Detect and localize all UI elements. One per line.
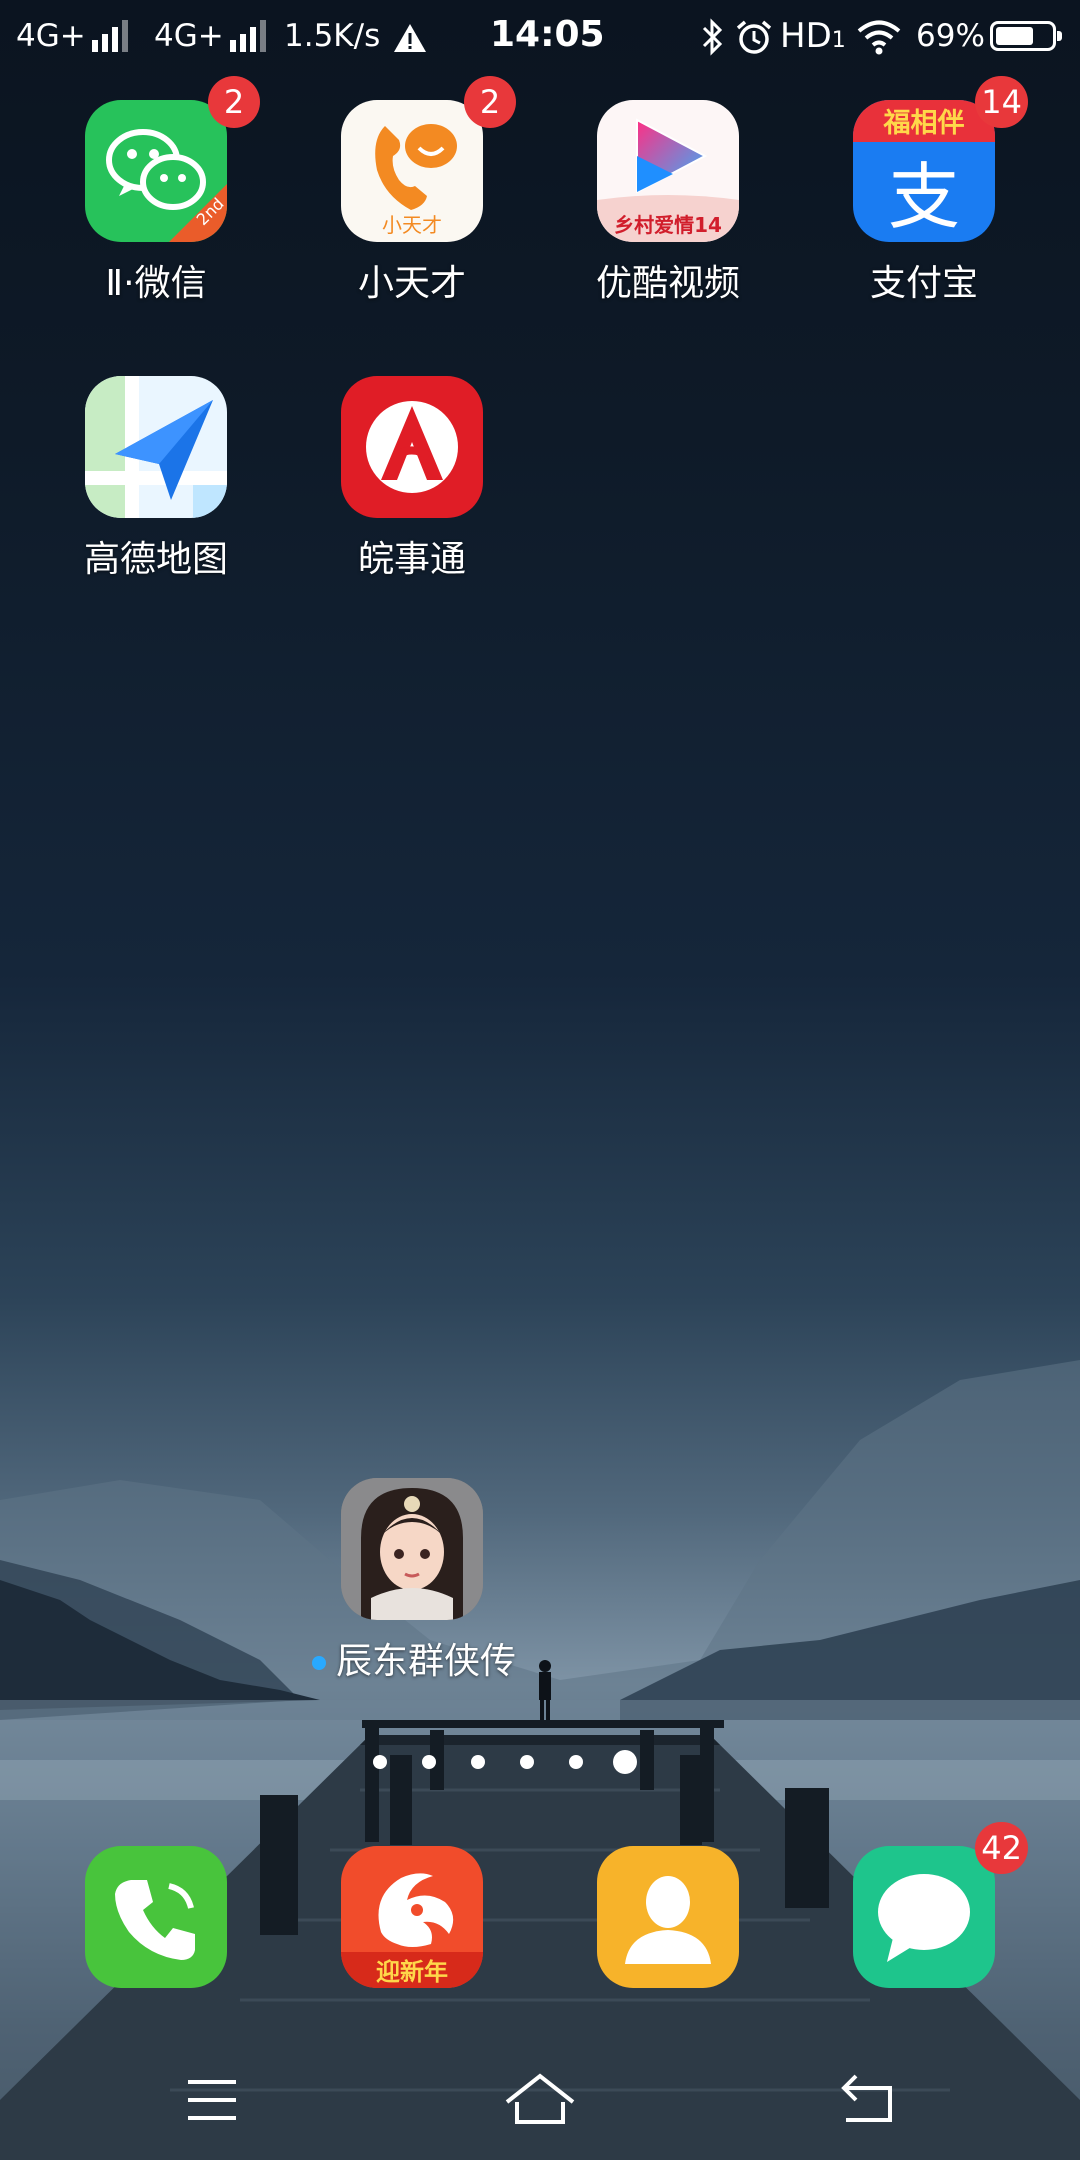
youku-icon: 乡村爱情14 [597, 100, 739, 242]
app-youku[interactable]: 乡村爱情14 优酷视频 [568, 100, 768, 306]
app-label: 小天才 [357, 263, 466, 304]
clock: 14:05 [490, 14, 605, 55]
amap-icon [85, 376, 227, 518]
notification-badge: 2 [208, 76, 260, 128]
app-alipay[interactable]: 福相伴 支 14 支付宝 [824, 76, 1028, 306]
page-indicator[interactable] [0, 1748, 1080, 1776]
alarm-clock-icon [736, 20, 772, 54]
xiaotiancai-icon: 小天才 [341, 100, 483, 242]
page-dot[interactable] [519, 1755, 534, 1769]
status-bar: 4G+ 4G+ 1.5K/s 14:05 HD1 69% [0, 0, 1080, 72]
bluetooth-icon [702, 18, 723, 56]
app-game[interactable]: 辰东群侠传 [312, 1478, 516, 1684]
dock-app-contacts[interactable] [568, 1846, 768, 1988]
battery-level [996, 27, 1033, 45]
page-dot[interactable] [421, 1755, 436, 1769]
battery-icon [990, 21, 1062, 51]
app-label: 辰东群侠传 [336, 1641, 517, 1682]
app-label: 高德地图 [83, 539, 228, 580]
app-xiaotiancai[interactable]: 小天才 2 小天才 [312, 76, 516, 306]
page-dot[interactable] [470, 1755, 485, 1769]
alipay-glyph: 支 [888, 155, 960, 239]
wechat-clone-icon: 2nd [85, 100, 227, 242]
home-screen: 4G+ 4G+ 1.5K/s 14:05 HD1 69% 2nd 2 Ⅱ·微信 … [0, 0, 1080, 2160]
app-amap[interactable]: 高德地图 [56, 376, 256, 582]
notification-badge: 2 [464, 76, 516, 128]
game-icon [341, 1478, 483, 1620]
notification-badge: 14 [975, 76, 1028, 128]
uc-browser-icon: 迎新年 [341, 1846, 483, 1988]
hd-voice-indicator: HD1 [780, 16, 846, 61]
app-label: 支付宝 [869, 263, 978, 304]
notification-badge: 42 [975, 1822, 1028, 1874]
hd-voice-label: HD [780, 16, 832, 56]
messages-icon [853, 1846, 995, 1988]
alipay-banner: 福相伴 [883, 108, 965, 139]
wanshitong-icon [341, 376, 483, 518]
app-label-row: 辰东群侠传 [312, 1640, 516, 1684]
sim2-network-type: 4G+ [154, 18, 224, 54]
sim2-signal-icon [230, 20, 274, 52]
page-dot[interactable] [568, 1755, 583, 1769]
app-label: 优酷视频 [595, 263, 740, 304]
sim1-signal-icon [92, 20, 136, 52]
home-icon [505, 2073, 575, 2124]
app-wanshitong[interactable]: 皖事通 [312, 376, 512, 582]
battery-percent: 69% [916, 18, 985, 54]
page-dot[interactable] [372, 1755, 387, 1769]
page-dot-active[interactable] [612, 1750, 637, 1774]
menu-icon [188, 2080, 236, 2120]
xiaotiancai-brand: 小天才 [382, 213, 442, 237]
warning-icon [394, 24, 426, 52]
menu-button[interactable] [166, 2068, 256, 2132]
dock-app-uc-browser[interactable]: 迎新年 [312, 1846, 512, 1988]
wallpaper [0, 1360, 1080, 2160]
app-label: 皖事通 [357, 539, 466, 580]
hd-voice-sim: 1 [831, 28, 846, 53]
app-label: Ⅱ·微信 [105, 263, 207, 304]
wifi-icon [857, 20, 901, 55]
sim1-network-type: 4G+ [16, 18, 86, 54]
contacts-icon [597, 1846, 739, 1988]
uc-banner: 迎新年 [376, 1958, 448, 1986]
back-icon [841, 2074, 892, 2122]
back-button[interactable] [824, 2068, 914, 2132]
phone-icon [85, 1846, 227, 1988]
alipay-icon: 福相伴 支 [853, 100, 995, 242]
dock-app-messages[interactable]: 42 [824, 1822, 1028, 1988]
home-button[interactable] [495, 2068, 585, 2132]
youku-banner: 乡村爱情14 [614, 213, 722, 237]
dock-app-phone[interactable] [56, 1846, 256, 1988]
new-install-dot [312, 1656, 326, 1670]
network-speed: 1.5K/s [284, 18, 381, 54]
app-wechat-clone[interactable]: 2nd 2 Ⅱ·微信 [56, 76, 260, 306]
